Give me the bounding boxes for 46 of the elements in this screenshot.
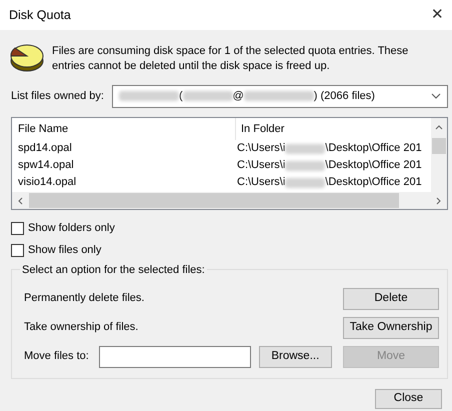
blurred-text: [118, 91, 179, 101]
file-list[interactable]: File Name In Folder spd14.opal C:\Users\i \Desktop\Office 201 spw14.opal C:\Users\i \Desktop\Office 201 visio14.opal C:\Users\i \Desktop\Office 201: [11, 117, 448, 210]
blurred-text: [285, 178, 326, 188]
warning-message: Files are consuming disk space for 1 of the selected quota entries. These entries cannot be deleted until the disk space is freed up.: [52, 44, 410, 74]
checkbox-label[interactable]: Show files only: [28, 242, 102, 258]
checkbox[interactable]: [11, 244, 24, 256]
scroll-left-icon[interactable]: [18, 196, 23, 205]
option-label: Permanently delete files.: [24, 291, 144, 306]
group-title: Select an option for the selected files:: [20, 262, 207, 278]
owner-text: ) (2066 files): [314, 88, 375, 104]
owner-label: List files owned by:: [11, 88, 104, 104]
folder-path: C:\Users\i: [237, 141, 286, 156]
blurred-text: [285, 144, 326, 154]
option-button[interactable]: Take Ownership: [343, 316, 439, 338]
blurred-text: [244, 91, 314, 101]
column-header[interactable]: In Folder: [236, 118, 284, 140]
option-label: Take ownership of files.: [24, 320, 138, 336]
folder-path: \Desktop\Office 201: [325, 158, 422, 173]
checkbox-label[interactable]: Show folders only: [28, 220, 115, 236]
option-label: Move files to:: [24, 349, 89, 364]
column-header[interactable]: File Name: [18, 118, 236, 140]
scroll-thumb[interactable]: [29, 193, 399, 208]
close-button[interactable]: ✕: [431, 4, 444, 26]
scroll-up-icon[interactable]: [435, 125, 443, 130]
folder-path: \Desktop\Office 201: [325, 175, 422, 190]
file-name: spw14.opal: [18, 158, 75, 173]
file-name: visio14.opal: [18, 175, 78, 190]
window-title: Disk Quota: [9, 6, 71, 24]
file-name: spd14.opal: [18, 141, 73, 156]
blurred-text: [285, 160, 326, 170]
vertical-scrollbar[interactable]: [431, 118, 447, 192]
caret-icon: [431, 92, 441, 99]
owner-dropdown[interactable]: ( @ ) (2066 files): [112, 84, 448, 108]
checkbox[interactable]: [11, 222, 24, 234]
folder-path: \Desktop\Office 201: [325, 141, 422, 156]
option-button[interactable]: Delete: [343, 288, 439, 310]
folder-path: C:\Users\i: [237, 175, 286, 190]
scroll-right-icon[interactable]: [436, 196, 441, 205]
owner-text: @: [232, 88, 244, 104]
folder-path: C:\Users\i: [237, 158, 286, 173]
destination-field[interactable]: [98, 346, 251, 368]
scroll-thumb[interactable]: [432, 138, 446, 154]
owner-text: (: [178, 88, 183, 104]
horizontal-scrollbar[interactable]: [12, 192, 447, 209]
close-button[interactable]: Close: [375, 389, 442, 409]
blurred-text: [182, 91, 233, 101]
